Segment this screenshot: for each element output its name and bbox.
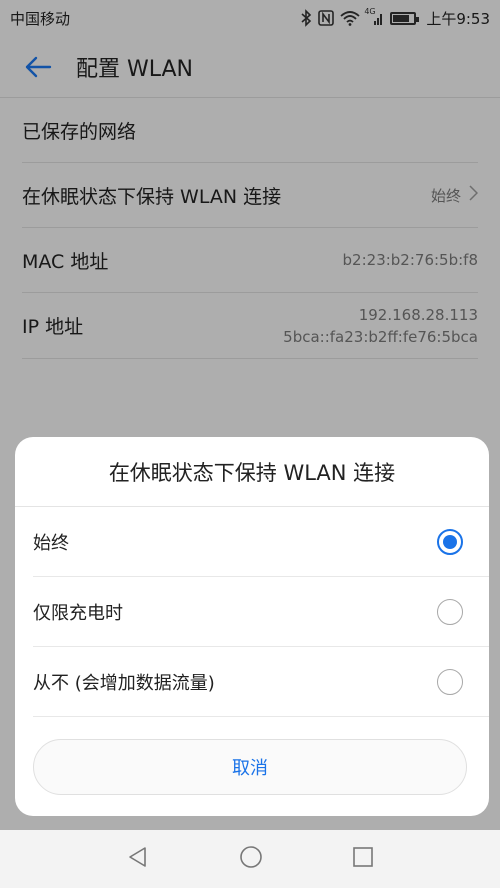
option-always[interactable]: 始终 (33, 507, 489, 577)
nav-recents-icon[interactable] (353, 847, 373, 871)
radio-button[interactable] (437, 598, 463, 625)
sleep-policy-dialog: 在休眠状态下保持 WLAN 连接 始终 仅限充电时 从不 (会增加数据流量) 取… (15, 437, 489, 816)
option-label: 从不 (会增加数据流量) (33, 672, 215, 694)
radio-button[interactable] (437, 528, 463, 555)
option-never[interactable]: 从不 (会增加数据流量) (33, 647, 489, 717)
option-label: 仅限充电时 (33, 602, 123, 624)
option-label: 始终 (33, 532, 69, 554)
cancel-button[interactable]: 取消 (33, 739, 467, 795)
nav-back-icon[interactable] (127, 846, 149, 872)
radio-button[interactable] (437, 668, 463, 695)
nav-home-icon[interactable] (239, 845, 263, 873)
navigation-bar (0, 830, 500, 888)
dialog-title: 在休眠状态下保持 WLAN 连接 (15, 437, 489, 507)
option-charging-only[interactable]: 仅限充电时 (33, 577, 489, 647)
